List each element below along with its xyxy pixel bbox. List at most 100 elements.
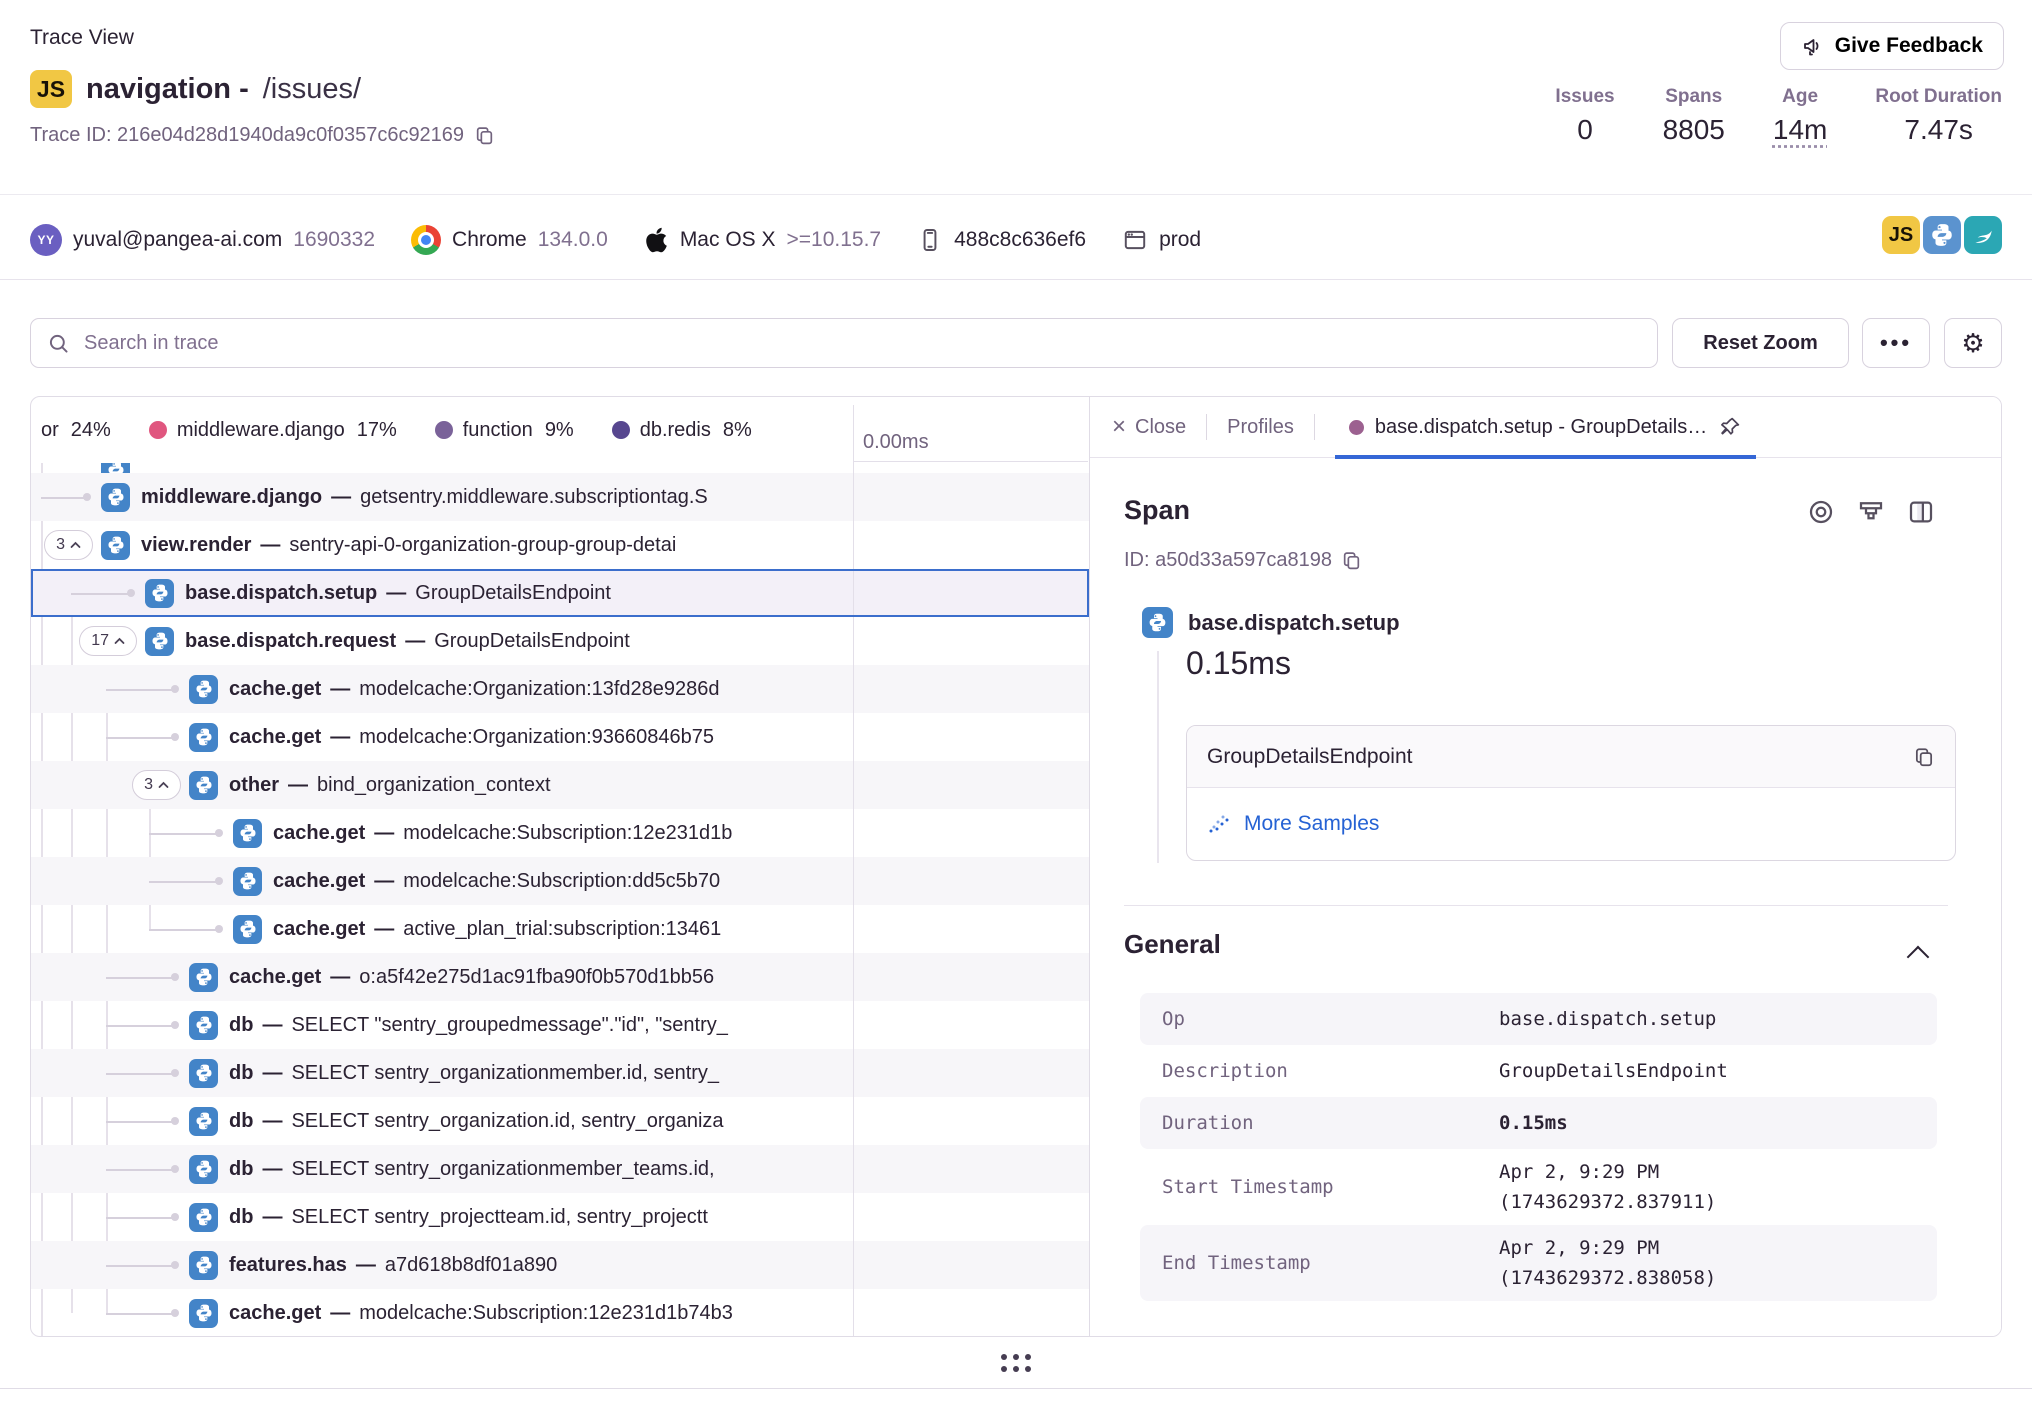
trace-span-row[interactable]: features.has—a7d618b8df01a890 — [31, 1241, 1089, 1289]
focus-span-icon[interactable] — [1806, 497, 1836, 527]
trace-span-row[interactable]: db—SELECT sentry_organizationmember.id, … — [31, 1049, 1089, 1097]
chevron-up-icon — [114, 637, 125, 645]
tree-connector-dot — [171, 1261, 179, 1269]
trace-span-row[interactable]: 3other—bind_organization_context — [31, 761, 1089, 809]
search-icon — [47, 332, 70, 355]
give-feedback-button[interactable]: Give Feedback — [1780, 22, 2004, 70]
tree-connector-line — [106, 1169, 173, 1171]
collapse-count-badge[interactable]: 3 — [44, 530, 93, 560]
tab-profiles[interactable]: Profiles — [1227, 416, 1294, 439]
copy-icon[interactable] — [1341, 550, 1362, 571]
span-description-card: GroupDetailsEndpoint More Samples — [1186, 725, 1956, 861]
gear-icon: ⚙ — [1961, 328, 1984, 359]
copy-icon[interactable] — [474, 125, 495, 146]
trace-span-row[interactable]: middleware.django—getsentry.middleware.s… — [31, 473, 1089, 521]
trace-span-row-content: db—SELECT sentry_organization.id, sentry… — [31, 1097, 853, 1145]
trace-span-row[interactable]: db—SELECT "sentry_groupedmessage"."id", … — [31, 1001, 1089, 1049]
stat-label: Issues — [1555, 86, 1614, 108]
section-divider — [1124, 905, 1948, 906]
tree-connector-dot — [171, 1069, 179, 1077]
environment-meta: prod — [1122, 227, 1201, 253]
legend-label: function — [463, 419, 533, 442]
project-platform-badges: JS — [1882, 216, 2002, 254]
collapse-count-badge[interactable]: 17 — [79, 626, 137, 656]
os-meta: Mac OS X >=10.15.7 — [644, 226, 881, 254]
trace-span-row-content: middleware.django—getsentry.middleware.s… — [31, 473, 853, 521]
legend-label: db.redis — [640, 419, 711, 442]
trace-tree-panel: or24%middleware.django17%function9%db.re… — [31, 397, 1089, 1336]
close-drawer-button[interactable]: × Close — [1112, 416, 1186, 439]
more-samples-link[interactable]: More Samples — [1244, 812, 1379, 836]
stat-value: 0 — [1555, 114, 1614, 146]
legend-item-db-redis: db.redis 8% — [612, 419, 752, 442]
stat-age: Age 14m — [1773, 86, 1827, 146]
tab-span-details[interactable]: base.dispatch.setup - GroupDetails… — [1335, 397, 1756, 458]
span-id-text: ID: a50d33a597ca8198 — [1124, 549, 1332, 572]
tree-connector-dot — [215, 829, 223, 837]
python-icon — [189, 963, 218, 992]
trace-span-row[interactable]: db—SELECT sentry_organizationmember_team… — [31, 1145, 1089, 1193]
python-icon — [233, 867, 262, 896]
trace-span-row[interactable]: cache.get—modelcache:Subscription:dd5c5b… — [31, 857, 1089, 905]
trace-span-row[interactable]: 17 base.dispatch.request—GroupDetailsEndp… — [31, 617, 1089, 665]
split-panel-icon[interactable] — [1906, 497, 1936, 527]
close-icon: × — [1112, 417, 1126, 437]
trace-span-row[interactable]: cache.get—modelcache:Subscription:12e231… — [31, 809, 1089, 857]
legend-dot-icon — [149, 421, 167, 439]
span-row-label: cache.get—modelcache:Subscription:dd5c5b… — [273, 857, 720, 905]
general-row-end-timestamp: End TimestampApr 2, 9:29 PM(1743629372.8… — [1140, 1225, 1937, 1301]
general-value: Apr 2, 9:29 PM(1743629372.838058) — [1499, 1233, 1716, 1293]
legend-dot-icon — [435, 421, 453, 439]
chrome-icon — [411, 225, 441, 255]
python-icon — [233, 915, 262, 944]
scatter-samples-icon — [1207, 812, 1231, 836]
trace-span-row[interactable]: cache.get—modelcache:Organization:13fd28… — [31, 665, 1089, 713]
trace-span-row[interactable] — [31, 463, 1089, 473]
page-title: Trace View — [30, 26, 134, 50]
ops-breakdown-legend: or24%middleware.django17%function9%db.re… — [41, 409, 752, 451]
more-options-button[interactable]: ••• — [1862, 318, 1930, 368]
tab-divider — [1314, 414, 1315, 440]
stat-value[interactable]: 14m — [1773, 114, 1827, 146]
reset-zoom-button[interactable]: Reset Zoom — [1672, 318, 1849, 368]
span-row-label: base.dispatch.request—GroupDetailsEndpoi… — [185, 617, 630, 665]
tree-connector-line — [106, 689, 173, 691]
trace-span-row[interactable]: cache.get—o:a5f42e275d1ac91fba90f0b570d1… — [31, 953, 1089, 1001]
trace-span-row[interactable]: 3view.render—sentry-api-0-organization-g… — [31, 521, 1089, 569]
trace-span-row-content: cache.get—o:a5f42e275d1ac91fba90f0b570d1… — [31, 953, 853, 1001]
stat-label: Age — [1773, 86, 1827, 108]
trace-span-row-content: db—SELECT "sentry_groupedmessage"."id", … — [31, 1001, 853, 1049]
give-feedback-label: Give Feedback — [1835, 34, 1983, 58]
user-meta: YY yuval@pangea-ai.com 1690332 — [30, 224, 375, 256]
python-icon — [145, 579, 174, 608]
flamegraph-icon[interactable] — [1856, 497, 1886, 527]
user-id: 1690332 — [293, 228, 375, 252]
search-box[interactable] — [30, 318, 1658, 368]
python-icon — [189, 1155, 218, 1184]
trace-span-row-content: cache.get—modelcache:Organization:936608… — [31, 713, 853, 761]
trace-stats: Issues0Spans8805Age14mRoot Duration7.47s — [1555, 86, 2002, 146]
chevron-up-icon[interactable] — [1907, 946, 1930, 969]
pin-icon[interactable] — [1718, 415, 1742, 439]
trace-span-row-content: db—SELECT sentry_projectteam.id, sentry_… — [31, 1193, 853, 1241]
stat-value: 8805 — [1663, 114, 1725, 146]
trace-span-row[interactable]: db—SELECT sentry_organization.id, sentry… — [31, 1097, 1089, 1145]
trace-span-row-content: cache.get—modelcache:Subscription:dd5c5b… — [31, 857, 853, 905]
trace-span-row[interactable]: base.dispatch.setup—GroupDetailsEndpoint — [31, 569, 1089, 617]
legend-pct: 8% — [723, 419, 752, 442]
trace-span-row[interactable]: db—SELECT sentry_projectteam.id, sentry_… — [31, 1193, 1089, 1241]
trace-span-row[interactable]: cache.get—modelcache:Subscription:12e231… — [31, 1289, 1089, 1337]
search-input[interactable] — [82, 331, 1641, 356]
collapse-count-badge[interactable]: 3 — [132, 770, 181, 800]
general-key: Start Timestamp — [1162, 1176, 1499, 1198]
drag-handle-icon[interactable] — [1001, 1354, 1031, 1372]
trace-span-row[interactable]: cache.get—modelcache:Organization:936608… — [31, 713, 1089, 761]
span-row-label: db—SELECT "sentry_groupedmessage"."id", … — [229, 1001, 728, 1049]
span-row-label: base.dispatch.setup—GroupDetailsEndpoint — [185, 569, 611, 617]
settings-button[interactable]: ⚙ — [1944, 318, 2002, 368]
trace-span-row[interactable]: cache.get—active_plan_trial:subscription… — [31, 905, 1089, 953]
span-op-dot-icon — [1349, 420, 1364, 435]
copy-icon[interactable] — [1913, 746, 1935, 768]
tree-connector-dot — [83, 493, 91, 501]
legend-label: or — [41, 419, 59, 442]
